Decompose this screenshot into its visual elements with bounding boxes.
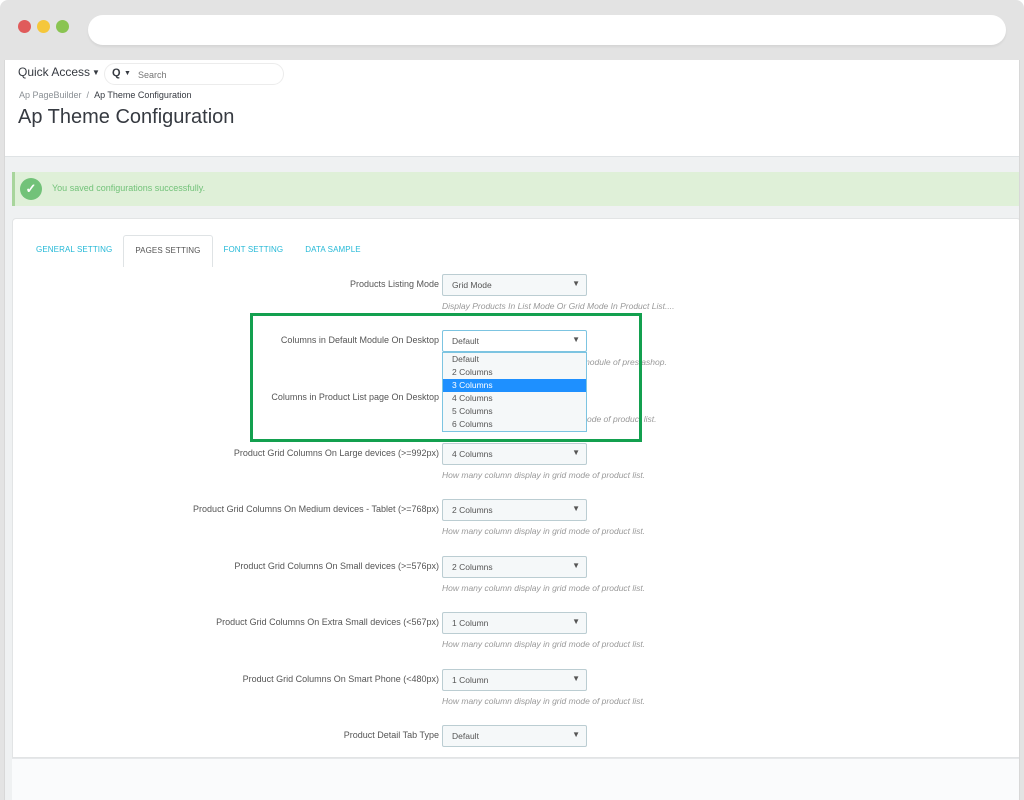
grid-large-select[interactable]: 4 Columns ▼ bbox=[442, 443, 587, 465]
maximize-window-button[interactable] bbox=[56, 20, 69, 33]
form-row-grid-extra-small: Product Grid Columns On Extra Small devi… bbox=[5, 612, 1019, 652]
select-value: Default bbox=[452, 336, 479, 346]
field-label: Product Grid Columns On Medium devices -… bbox=[193, 504, 439, 514]
breadcrumb-current: Ap Theme Configuration bbox=[94, 90, 192, 100]
quick-access-menu[interactable]: Quick Access ▼ bbox=[18, 65, 100, 79]
field-label: Columns in Default Module On Desktop bbox=[280, 335, 439, 345]
select-value: 2 Columns bbox=[452, 562, 493, 572]
dropdown-option-selected[interactable]: 3 Columns bbox=[443, 379, 586, 392]
dropdown-arrow-icon: ▼ bbox=[572, 335, 580, 344]
dropdown-arrow-icon: ▼ bbox=[572, 730, 580, 739]
dropdown-arrow-icon: ▼ bbox=[572, 504, 580, 513]
page-header: Quick Access▼ Q ▼ Ap PageBuilder/Ap Them… bbox=[5, 60, 1019, 157]
browser-window: Quick Access▼ Q ▼ Ap PageBuilder/Ap Them… bbox=[0, 0, 1024, 800]
caret-down-icon[interactable]: ▼ bbox=[124, 70, 131, 77]
columns-dropdown-list: Default 2 Columns 3 Columns 4 Columns 5 … bbox=[442, 352, 587, 432]
dropdown-option[interactable]: 4 Columns bbox=[443, 392, 586, 405]
page-title: Ap Theme Configuration bbox=[18, 106, 235, 128]
products-listing-mode-select[interactable]: Grid Mode ▼ bbox=[442, 274, 587, 296]
select-value: 1 Column bbox=[452, 618, 489, 628]
form-row-grid-small: Product Grid Columns On Small devices (>… bbox=[5, 556, 1019, 596]
alert-message: You saved configurations successfully. bbox=[52, 183, 206, 193]
field-label: Product Grid Columns On Small devices (>… bbox=[234, 561, 439, 571]
panel-footer bbox=[12, 758, 1019, 800]
dropdown-arrow-icon: ▼ bbox=[572, 561, 580, 570]
tab-font-setting[interactable]: Font Setting bbox=[213, 235, 295, 267]
dropdown-arrow-icon: ▼ bbox=[572, 674, 580, 683]
window-controls bbox=[18, 20, 69, 33]
minimize-window-button[interactable] bbox=[37, 20, 50, 33]
close-window-button[interactable] bbox=[18, 20, 31, 33]
dropdown-option[interactable]: 5 Columns bbox=[443, 405, 586, 418]
dropdown-option[interactable]: Default bbox=[443, 353, 586, 366]
quick-access-label: Quick Access bbox=[18, 65, 91, 79]
tab-data-sample[interactable]: Data Sample bbox=[294, 235, 372, 267]
dropdown-arrow-icon: ▼ bbox=[572, 617, 580, 626]
select-value: 2 Columns bbox=[452, 505, 493, 515]
field-help: How many column display in grid mode of … bbox=[442, 639, 646, 649]
columns-default-module-select[interactable]: Default ▼ bbox=[442, 330, 587, 352]
tab-bar: General Setting Pages Setting Font Setti… bbox=[25, 235, 372, 267]
field-label: Product Grid Columns On Smart Phone (<48… bbox=[242, 674, 439, 684]
form-row-grid-large: Product Grid Columns On Large devices (>… bbox=[5, 443, 1019, 483]
search-box: Q ▼ bbox=[104, 63, 284, 85]
field-help: How many column display in grid mode of … bbox=[442, 583, 646, 593]
tab-general-setting[interactable]: General Setting bbox=[25, 235, 123, 267]
grid-small-select[interactable]: 2 Columns ▼ bbox=[442, 556, 587, 578]
page-viewport: Quick Access▼ Q ▼ Ap PageBuilder/Ap Them… bbox=[4, 60, 1020, 800]
dropdown-option[interactable]: 2 Columns bbox=[443, 366, 586, 379]
select-value: 1 Column bbox=[452, 675, 489, 685]
field-help: t module of prestashop. bbox=[578, 357, 667, 367]
form-row-products-listing-mode: Products Listing Mode Grid Mode ▼ Displa… bbox=[5, 274, 1019, 314]
grid-smart-phone-select[interactable]: 1 Column ▼ bbox=[442, 669, 587, 691]
field-help: ode of product list. bbox=[587, 414, 657, 424]
search-icon[interactable]: Q bbox=[112, 67, 121, 79]
dropdown-arrow-icon: ▼ bbox=[572, 279, 580, 288]
field-help: Display Products In List Mode Or Grid Mo… bbox=[442, 301, 675, 311]
field-label: Columns in Product List page On Desktop bbox=[271, 392, 439, 402]
dropdown-arrow-icon: ▼ bbox=[572, 448, 580, 457]
grid-extra-small-select[interactable]: 1 Column ▼ bbox=[442, 612, 587, 634]
grid-medium-select[interactable]: 2 Columns ▼ bbox=[442, 499, 587, 521]
select-value: Grid Mode bbox=[452, 280, 492, 290]
search-input[interactable] bbox=[138, 67, 278, 82]
breadcrumb-link[interactable]: Ap PageBuilder bbox=[19, 90, 82, 100]
select-value: Default bbox=[452, 731, 479, 741]
breadcrumb: Ap PageBuilder / Ap Theme Configuration bbox=[19, 90, 191, 100]
field-label: Product Grid Columns On Large devices (>… bbox=[233, 448, 439, 458]
field-help: How many column display in grid mode of … bbox=[442, 526, 646, 536]
success-alert: ✓ You saved configurations successfully. bbox=[12, 172, 1019, 206]
form-row-grid-medium: Product Grid Columns On Medium devices -… bbox=[5, 499, 1019, 539]
check-circle-icon: ✓ bbox=[20, 178, 42, 200]
tab-pages-setting[interactable]: Pages Setting bbox=[123, 235, 213, 267]
field-label: Product Detail Tab Type bbox=[343, 730, 439, 740]
field-label: Products Listing Mode bbox=[349, 279, 439, 289]
breadcrumb-separator: / bbox=[86, 90, 90, 100]
field-help: How many column display in grid mode of … bbox=[442, 470, 646, 480]
select-value: 4 Columns bbox=[452, 449, 493, 459]
field-label: Product Grid Columns On Extra Small devi… bbox=[216, 617, 439, 627]
dropdown-option[interactable]: 6 Columns bbox=[443, 418, 586, 431]
caret-down-icon: ▼ bbox=[92, 68, 100, 77]
detail-tab-type-select[interactable]: Default ▼ bbox=[442, 725, 587, 747]
field-help: How many column display in grid mode of … bbox=[442, 696, 646, 706]
address-bar[interactable] bbox=[88, 15, 1006, 45]
form-row-grid-smart-phone: Product Grid Columns On Smart Phone (<48… bbox=[5, 669, 1019, 709]
